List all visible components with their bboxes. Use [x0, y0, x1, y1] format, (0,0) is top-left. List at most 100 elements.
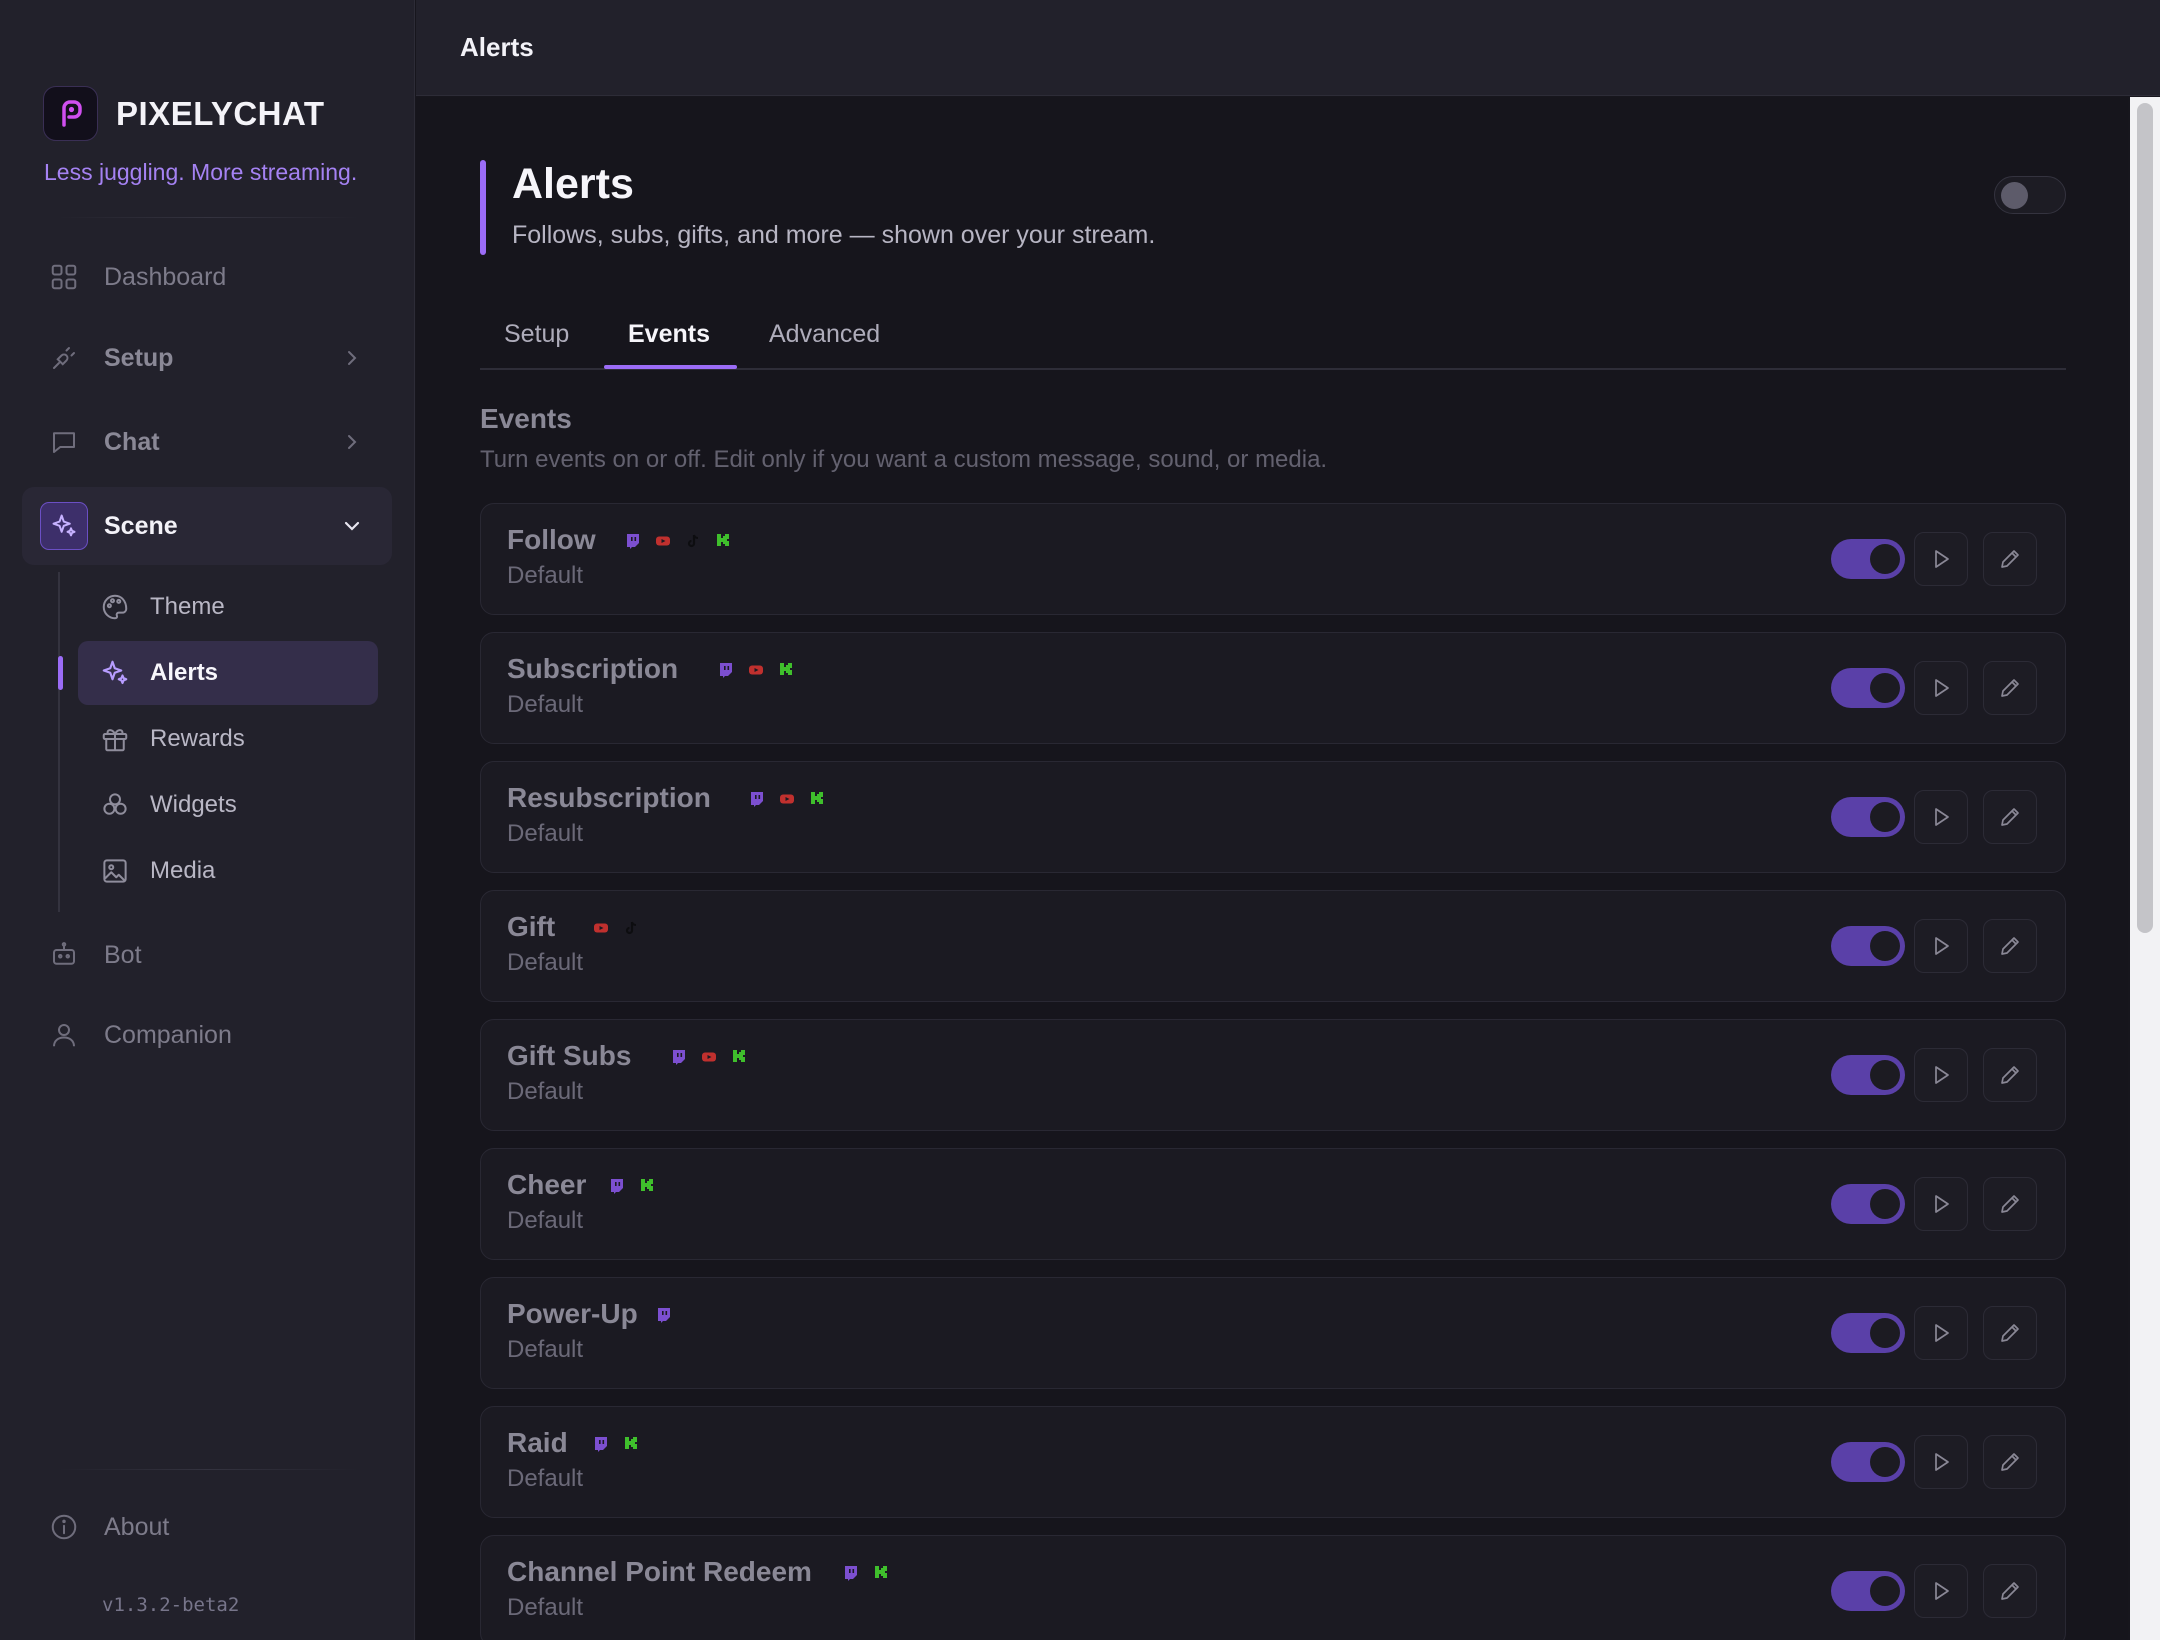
pencil-icon [1998, 805, 2022, 829]
nav-rewards[interactable]: Rewards [78, 707, 378, 771]
event-row[interactable]: Subscription Default [480, 632, 2066, 744]
toggle-knob [1870, 1576, 1900, 1606]
edit-event-button[interactable] [1983, 1177, 2037, 1231]
event-enable-toggle[interactable] [1831, 668, 1905, 708]
event-subtitle: Default [507, 949, 584, 976]
nav-about[interactable]: About [22, 1488, 392, 1566]
event-enable-toggle[interactable] [1831, 1184, 1905, 1224]
nav-companion[interactable]: Companion [22, 996, 392, 1074]
play-icon [1929, 547, 1953, 571]
section-title: Events [480, 403, 572, 434]
sparkles-icon [40, 502, 88, 550]
twitch-icon [671, 1049, 687, 1065]
nav-theme[interactable]: Theme [78, 575, 378, 639]
event-row[interactable]: Channel Point Redeem Default [480, 1535, 2066, 1640]
platform-badges [718, 662, 794, 678]
platform-badges [671, 1049, 747, 1065]
nav-setup[interactable]: Setup [22, 319, 392, 397]
edit-event-button[interactable] [1983, 532, 2037, 586]
preview-play-button[interactable] [1914, 790, 1968, 844]
tab-events[interactable]: Events [628, 320, 710, 349]
twitch-icon [749, 791, 765, 807]
nav-alerts[interactable]: Alerts [78, 641, 378, 705]
plug-icon [49, 343, 79, 373]
platform-badges [609, 1178, 655, 1194]
preview-play-button[interactable] [1914, 532, 1968, 586]
edit-event-button[interactable] [1983, 919, 2037, 973]
active-tab-indicator [604, 365, 737, 369]
event-row[interactable]: Raid Default [480, 1406, 2066, 1518]
edit-event-button[interactable] [1983, 790, 2037, 844]
preview-play-button[interactable] [1914, 1048, 1968, 1102]
youtube-icon [655, 533, 671, 549]
event-enable-toggle[interactable] [1831, 1442, 1905, 1482]
event-enable-toggle[interactable] [1831, 1313, 1905, 1353]
image-icon [100, 856, 130, 886]
subtree-line [58, 572, 60, 912]
palette-icon [100, 592, 130, 622]
preview-play-button[interactable] [1914, 919, 1968, 973]
edit-event-button[interactable] [1983, 1564, 2037, 1618]
event-subtitle: Default [507, 1594, 584, 1621]
event-subtitle: Default [507, 820, 584, 847]
event-row[interactable]: Resubscription Default [480, 761, 2066, 873]
preview-play-button[interactable] [1914, 1306, 1968, 1360]
preview-play-button[interactable] [1914, 1177, 1968, 1231]
event-name: Subscription [507, 653, 679, 684]
platform-badges [749, 791, 825, 807]
nav-scene[interactable]: Scene [22, 487, 392, 565]
nav-widgets[interactable]: Widgets [78, 773, 378, 837]
scrollbar-thumb[interactable] [2137, 103, 2153, 933]
nav-media[interactable]: Media [78, 839, 378, 903]
nav-label: Rewards [150, 725, 245, 752]
event-name: Follow [507, 524, 596, 555]
event-enable-toggle[interactable] [1831, 1055, 1905, 1095]
event-enable-toggle[interactable] [1831, 926, 1905, 966]
twitch-icon [609, 1178, 625, 1194]
tab-advanced[interactable]: Advanced [769, 320, 880, 349]
event-row[interactable]: Gift Subs Default [480, 1019, 2066, 1131]
preview-play-button[interactable] [1914, 1435, 1968, 1489]
alerts-master-toggle[interactable] [1994, 176, 2066, 214]
nav-bot[interactable]: Bot [22, 916, 392, 994]
event-subtitle: Default [507, 1078, 584, 1105]
edit-event-button[interactable] [1983, 1048, 2037, 1102]
tab-setup[interactable]: Setup [504, 320, 569, 349]
event-row[interactable]: Gift Default [480, 890, 2066, 1002]
sidebar: PIXELYCHAT Less juggling. More streaming… [0, 0, 415, 1640]
toggle-knob [1870, 1060, 1900, 1090]
event-row[interactable]: Cheer Default [480, 1148, 2066, 1260]
nav-label: Bot [104, 940, 142, 969]
event-row[interactable]: Follow Default [480, 503, 2066, 615]
gift-icon [100, 724, 130, 754]
nav-chat[interactable]: Chat [22, 403, 392, 481]
pencil-icon [1998, 1321, 2022, 1345]
event-row[interactable]: Power-Up Default [480, 1277, 2066, 1389]
tiktok-icon [623, 920, 639, 936]
kick-icon [809, 791, 825, 807]
pencil-icon [1998, 1192, 2022, 1216]
edit-event-button[interactable] [1983, 661, 2037, 715]
event-enable-toggle[interactable] [1831, 1571, 1905, 1611]
info-icon [49, 1512, 79, 1542]
edit-event-button[interactable] [1983, 1435, 2037, 1489]
event-enable-toggle[interactable] [1831, 539, 1905, 579]
edit-event-button[interactable] [1983, 1306, 2037, 1360]
nav-dashboard[interactable]: Dashboard [22, 238, 392, 316]
toggle-knob [1870, 1318, 1900, 1348]
nav-label: Scene [104, 511, 178, 540]
play-icon [1929, 1063, 1953, 1087]
title-accent-bar [480, 160, 486, 255]
brand[interactable]: PIXELYCHAT [43, 86, 325, 141]
preview-play-button[interactable] [1914, 661, 1968, 715]
widgets-icon [100, 790, 130, 820]
platform-badges [656, 1307, 672, 1323]
event-name: Raid [507, 1427, 568, 1458]
toggle-knob [1870, 931, 1900, 961]
event-enable-toggle[interactable] [1831, 797, 1905, 837]
topbar-title: Alerts [460, 32, 534, 62]
preview-play-button[interactable] [1914, 1564, 1968, 1618]
kick-icon [778, 662, 794, 678]
nav-label: Alerts [150, 659, 219, 686]
event-name: Resubscription [507, 782, 711, 813]
